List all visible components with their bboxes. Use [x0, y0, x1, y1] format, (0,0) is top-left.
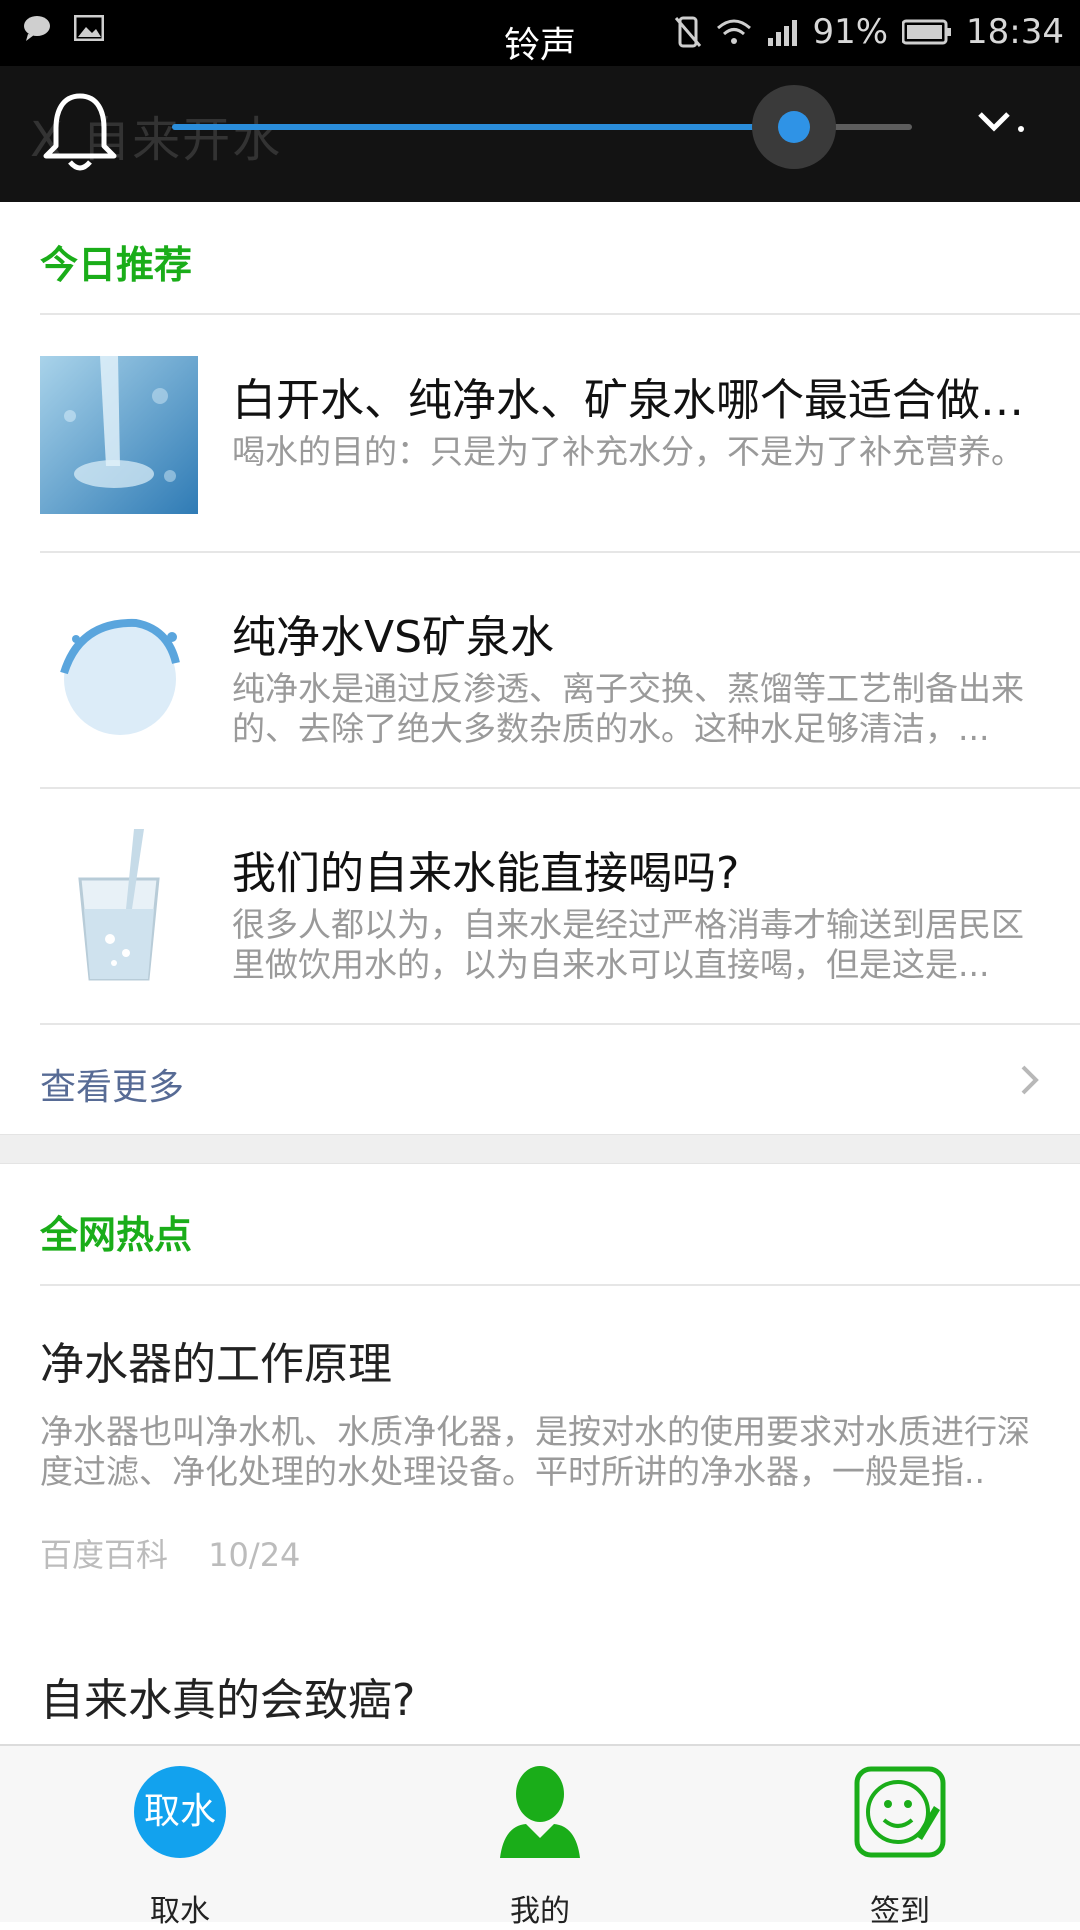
tab-label: 取水 — [150, 1894, 210, 1929]
article-desc: 纯净水是通过反渗透、离子交换、蒸馏等工艺制备出来的、去除了绝大多数杂质的水。这种… — [232, 669, 1024, 748]
section-title-hot: 全网热点 — [40, 1213, 193, 1257]
battery-percent: 91% — [812, 12, 889, 52]
chevron-down-icon[interactable] — [976, 108, 1012, 134]
clock: 18:34 — [966, 12, 1064, 52]
status-right-icons: 91% 18:34 — [674, 12, 1064, 52]
hot-article-source: 百度百科 — [40, 1536, 169, 1574]
take-water-icon: 取水 — [134, 1766, 226, 1858]
article-title: 纯净水VS矿泉水 — [232, 612, 555, 663]
hot-article-desc: 净水器也叫净水机、水质净化器，是按对水的使用要求对水质进行深度过滤、净化处理的水… — [40, 1412, 1030, 1491]
divider — [40, 313, 1080, 315]
bell-icon — [43, 93, 117, 171]
tab-label: 签到 — [870, 1894, 930, 1929]
hot-article-title[interactable]: 净水器的工作原理 — [40, 1328, 392, 1392]
section-title-today: 今日推荐 — [40, 243, 193, 287]
user-icon — [500, 1766, 580, 1858]
chevron-right-icon — [1021, 1065, 1039, 1095]
water-glass-image — [40, 829, 198, 987]
article-item[interactable]: 我们的自来水能直接喝吗? 很多人都以为，自来水是经过严格消毒才输送到居民区里做饮… — [0, 789, 1080, 1025]
divider — [40, 1023, 1080, 1025]
water-pour-image — [40, 356, 198, 514]
smiley-edit-icon — [854, 1766, 946, 1858]
view-more-link[interactable]: 查看更多 — [40, 1058, 184, 1110]
signal-icon — [768, 20, 798, 46]
battery-icon — [902, 19, 952, 45]
volume-slider[interactable] — [172, 85, 912, 169]
article-item[interactable]: 纯净水VS矿泉水 纯净水是通过反渗透、离子交换、蒸馏等工艺制备出来的、去除了绝大… — [0, 553, 1080, 789]
volume-knob[interactable] — [777, 111, 810, 143]
section-gap — [0, 1134, 1080, 1164]
article-title: 白开水、纯净水、矿泉水哪个最适合做长... — [232, 375, 1052, 426]
article-item[interactable]: 白开水、纯净水、矿泉水哪个最适合做长... 喝水的目的：只是为了补充水分，不是为… — [0, 316, 1080, 552]
status-bar: 铃声 91% 18:34 — [0, 0, 1080, 66]
hot-article-date: 10/24 — [208, 1536, 301, 1574]
article-title: 我们的自来水能直接喝吗? — [232, 848, 740, 899]
dot-indicator — [1018, 126, 1024, 132]
divider — [40, 1284, 1080, 1286]
article-desc: 喝水的目的：只是为了补充水分，不是为了补充营养。 — [232, 432, 1024, 471]
hot-article-meta: 百度百科 10/24 — [40, 1530, 300, 1576]
wifi-icon — [717, 19, 752, 44]
bottom-tab-bar: 取水 取水 我的 签到 — [0, 1744, 1080, 1929]
tab-label: 我的 — [510, 1894, 570, 1929]
volume-fill — [172, 124, 794, 130]
article-desc: 很多人都以为，自来水是经过严格消毒才输送到居民区里做饮用水的，以为自来水可以直接… — [232, 905, 1024, 984]
volume-panel: X 自来开水 — [0, 66, 1080, 202]
water-splash-image — [40, 593, 198, 751]
vibrate-off-icon — [675, 16, 702, 48]
hot-article-title[interactable]: 自来水真的会致癌? — [40, 1664, 415, 1728]
